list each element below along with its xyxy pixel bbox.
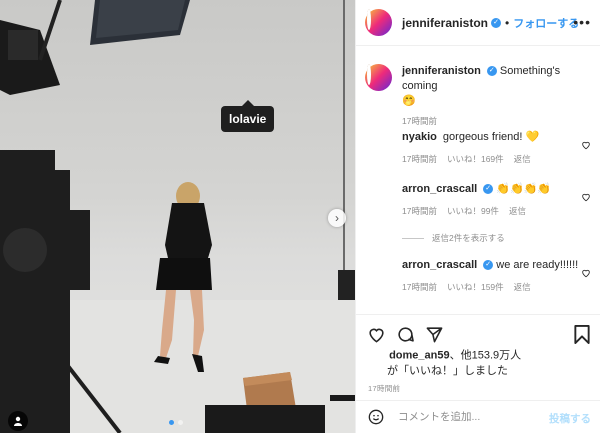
carousel-indicator — [169, 420, 183, 425]
likes-suffix: が「いいね！」しました — [387, 365, 508, 377]
comment-avatar[interactable] — [365, 258, 392, 285]
post-timestamp[interactable]: 17時間前 — [368, 383, 400, 394]
comment-username[interactable]: arron_crascall — [402, 183, 477, 195]
comments-list: jenniferaniston ✓ Something's coming 🤭 17… — [356, 46, 600, 314]
save-bookmark-icon[interactable] — [574, 325, 590, 344]
verified-icon: ✓ — [483, 184, 494, 195]
likes-summary: dome_an59、他153.9万人 — [368, 348, 521, 363]
comment-text: 👏👏👏👏 — [496, 183, 552, 195]
caption-emoji: 🤭 — [402, 95, 416, 107]
author-username[interactable]: jenniferaniston — [402, 16, 488, 30]
comment-item: nyakio gorgeous friend! 💛 17時間前 いいね！169件… — [365, 130, 591, 165]
add-comment-bar: 投稿する — [356, 400, 600, 433]
view-replies-label: 返信2件を表示する — [432, 233, 505, 243]
comment-username[interactable]: arron_crascall — [402, 259, 477, 271]
person-icon — [14, 416, 22, 426]
studio-photo — [0, 0, 355, 433]
comment-likes[interactable]: いいね！169件 — [447, 153, 504, 165]
comment-likes[interactable]: いいね！99件 — [447, 205, 499, 217]
post-header: jenniferaniston ✓ • フォローする ••• — [356, 0, 600, 46]
post-sidebar: jenniferaniston ✓ • フォローする ••• jennifera… — [355, 0, 600, 433]
user-tag-bubble[interactable]: lolavie — [221, 100, 275, 132]
comment-time[interactable]: 17時間前 — [402, 153, 437, 165]
emoji-smiley-icon[interactable] — [368, 409, 384, 425]
comment-bubble-icon[interactable] — [396, 325, 415, 344]
like-comment-heart-icon[interactable] — [581, 140, 591, 150]
post-photo[interactable]: lolavie › — [0, 0, 355, 433]
caption-avatar[interactable] — [365, 64, 392, 91]
comment-item: arron_crascall ✓ 👏👏👏👏 17時間前 いいね！99件 返信 — [365, 182, 591, 217]
comment-text: gorgeous friend! 💛 — [442, 131, 540, 143]
verified-icon: ✓ — [491, 17, 502, 28]
caption-time[interactable]: 17時間前 — [402, 115, 437, 127]
view-replies-button[interactable]: 返信2件を表示する — [402, 232, 505, 244]
verified-icon: ✓ — [486, 66, 497, 77]
comment-item: arron_crascall ✓ we are ready!!!!!! 17時間前… — [365, 258, 591, 293]
post-actions-bar — [356, 314, 600, 349]
carousel-dot — [178, 420, 183, 425]
chevron-right-icon: › — [335, 211, 339, 225]
comment-likes[interactable]: いいね！159件 — [447, 281, 504, 293]
likes-count[interactable]: 、他153.9万人 — [450, 349, 522, 361]
liker-username[interactable]: dome_an59 — [389, 349, 450, 361]
post-comment-button[interactable]: 投稿する — [549, 411, 591, 426]
comment-username[interactable]: nyakio — [402, 131, 437, 143]
author-avatar[interactable] — [365, 9, 392, 36]
carousel-dot — [169, 420, 174, 425]
comment-time[interactable]: 17時間前 — [402, 205, 437, 217]
tagged-users-button[interactable] — [8, 411, 28, 431]
comment-avatar[interactable] — [365, 130, 392, 157]
follow-button[interactable]: フォローする — [513, 15, 579, 31]
reply-button[interactable]: 返信 — [514, 281, 531, 293]
like-comment-heart-icon[interactable] — [581, 192, 591, 202]
comment-time[interactable]: 17時間前 — [402, 281, 437, 293]
like-comment-heart-icon[interactable] — [581, 268, 591, 278]
comment-text: we are ready!!!!!! — [496, 259, 579, 271]
carousel-next-button[interactable]: › — [328, 209, 346, 227]
share-paper-plane-icon[interactable] — [425, 325, 444, 344]
verified-icon: ✓ — [483, 260, 494, 271]
comment-input[interactable] — [398, 411, 538, 423]
like-heart-icon[interactable] — [367, 325, 386, 344]
caption-username[interactable]: jenniferaniston — [402, 65, 481, 77]
liker-avatar[interactable] — [368, 348, 383, 363]
reply-button[interactable]: 返信 — [509, 205, 526, 217]
reply-button[interactable]: 返信 — [514, 153, 531, 165]
caption: jenniferaniston ✓ Something's coming 🤭 17… — [365, 64, 591, 127]
separator-dot: • — [505, 15, 510, 30]
comment-avatar[interactable] — [365, 182, 392, 209]
more-options-icon[interactable]: ••• — [573, 14, 591, 30]
